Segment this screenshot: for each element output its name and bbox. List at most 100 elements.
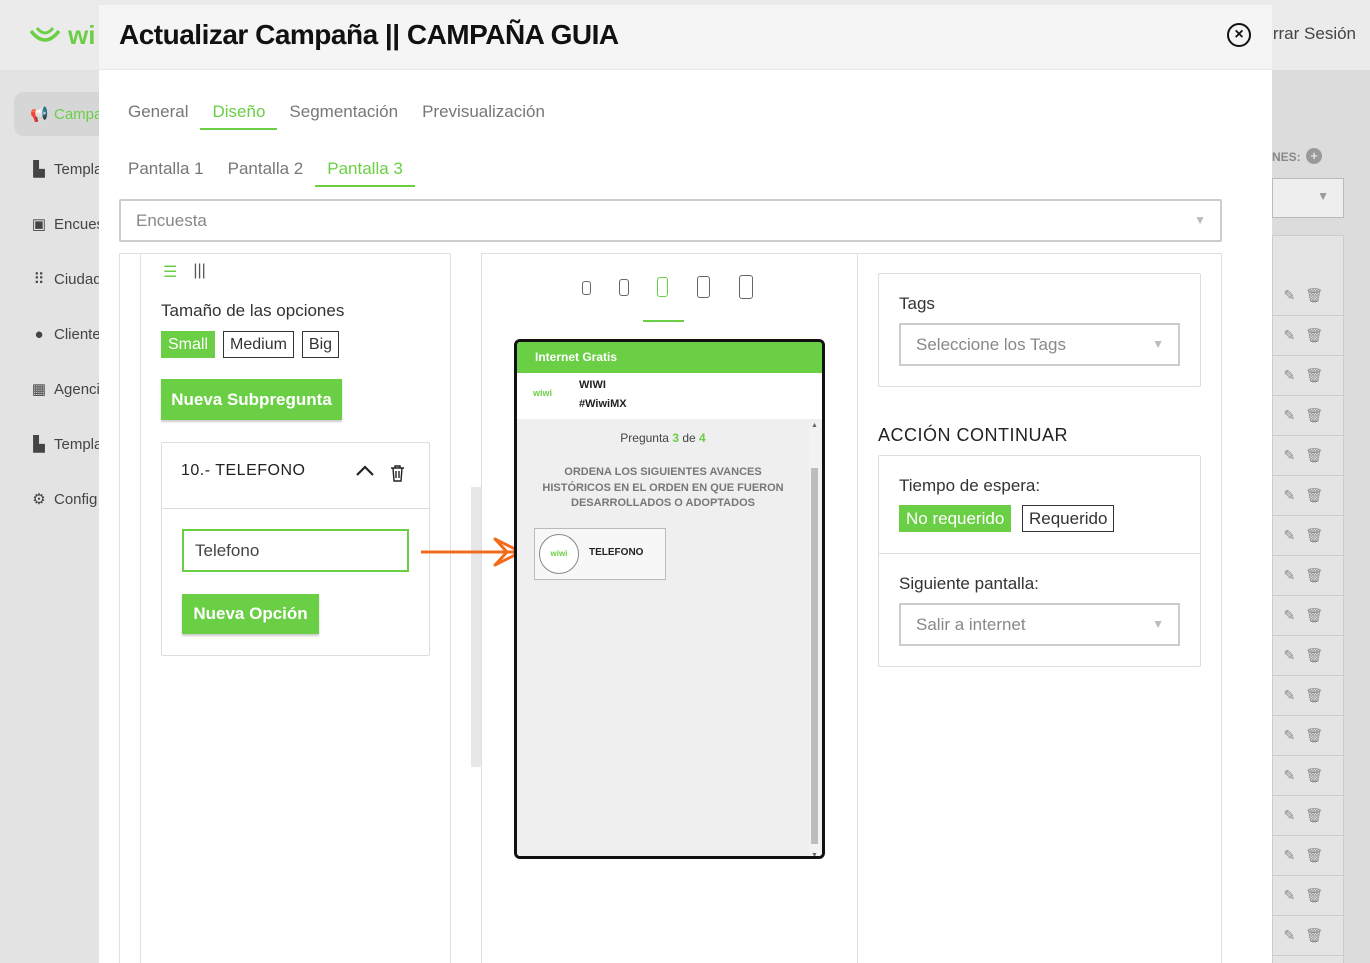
trash-icon[interactable] [390, 465, 405, 482]
not-required-button[interactable]: No requerido [899, 505, 1012, 532]
option-input[interactable]: Telefono [182, 529, 409, 572]
required-button[interactable]: Requerido [1022, 505, 1115, 532]
scroll-down-icon[interactable]: ▼ [811, 852, 818, 856]
tags-label: Tags [899, 294, 935, 313]
sidebar-item-label: Cliente [54, 325, 101, 343]
pencil-icon[interactable]: ✎ [1283, 407, 1295, 424]
pencil-icon[interactable]: ✎ [1283, 687, 1295, 704]
trash-icon[interactable]: 🗑 [1305, 367, 1323, 384]
trash-icon[interactable]: 🗑 [1305, 527, 1323, 544]
close-icon[interactable]: × [1227, 23, 1251, 47]
trash-icon[interactable]: 🗑 [1305, 487, 1323, 504]
pencil-icon[interactable]: ✎ [1283, 847, 1295, 864]
tab-general[interactable]: General [116, 94, 200, 130]
column-divider [1221, 253, 1222, 963]
size-small-button[interactable]: Small [161, 331, 216, 358]
logout-link[interactable]: rrar Sesión [1273, 24, 1356, 44]
trash-icon[interactable]: 🗑 [1305, 927, 1323, 944]
preview-option-card[interactable]: wiwi TELEFONO [534, 528, 666, 580]
pencil-icon[interactable]: ✎ [1283, 447, 1295, 464]
pencil-icon[interactable]: ✎ [1283, 607, 1295, 624]
trash-icon[interactable]: 🗑 [1305, 647, 1323, 664]
size-medium-button[interactable]: Medium [223, 331, 294, 358]
background-select[interactable]: ▼ [1272, 178, 1344, 218]
trash-icon[interactable]: 🗑 [1305, 727, 1323, 744]
sidebar-item-label: Ciudad [54, 270, 102, 288]
pencil-icon[interactable]: ✎ [1283, 527, 1295, 544]
template-icon: ▙ [33, 436, 45, 453]
divider [879, 553, 1200, 554]
next-screen-select[interactable]: Salir a internet ▼ [899, 603, 1180, 646]
pencil-icon[interactable]: ✎ [1283, 767, 1295, 784]
building-icon: ▦ [31, 381, 47, 398]
preview-header-bar: Internet Gratis [517, 342, 822, 373]
chevron-down-icon: ▼ [1317, 189, 1329, 203]
table-row: ✎🗑 [1273, 636, 1345, 676]
device-small-icon[interactable] [582, 281, 591, 295]
table-row: ✎🗑 [1273, 956, 1345, 963]
tab-diseno[interactable]: Diseño [200, 94, 278, 130]
table-row: ✎🗑 [1273, 396, 1345, 436]
pencil-icon[interactable]: ✎ [1283, 727, 1295, 744]
scroll-thumb[interactable] [811, 468, 818, 844]
table-row: ✎🗑 [1273, 676, 1345, 716]
device-medium-icon[interactable] [619, 279, 629, 296]
trash-icon[interactable]: 🗑 [1305, 847, 1323, 864]
chevron-up-icon[interactable] [355, 463, 375, 477]
pencil-icon[interactable]: ✎ [1283, 327, 1295, 344]
trash-icon[interactable]: 🗑 [1305, 567, 1323, 584]
trash-icon[interactable]: 🗑 [1305, 687, 1323, 704]
new-option-button[interactable]: Nueva Opción [182, 594, 319, 634]
pencil-icon[interactable]: ✎ [1283, 647, 1295, 664]
pencil-icon[interactable]: ✎ [1283, 927, 1295, 944]
device-phone-icon[interactable] [657, 277, 668, 297]
trash-icon[interactable]: 🗑 [1305, 287, 1323, 304]
column-divider [481, 253, 1222, 254]
pencil-icon[interactable]: ✎ [1283, 367, 1295, 384]
column-divider [857, 253, 858, 963]
pencil-icon[interactable]: ✎ [1283, 887, 1295, 904]
screen-tabs: Pantalla 1 Pantalla 2 Pantalla 3 [116, 151, 415, 187]
device-tablet-icon[interactable] [739, 275, 753, 299]
table-row: ✎🗑 [1273, 596, 1345, 636]
pencil-icon[interactable]: ✎ [1283, 487, 1295, 504]
trash-icon[interactable]: 🗑 [1305, 407, 1323, 424]
table-row: ✎🗑 [1273, 316, 1345, 356]
clipboard-icon: ▣ [31, 216, 47, 233]
pencil-icon[interactable]: ✎ [1283, 287, 1295, 304]
chevron-down-icon: ▼ [1152, 337, 1164, 351]
size-big-button[interactable]: Big [301, 331, 340, 358]
add-icon[interactable]: + [1306, 148, 1322, 164]
tab-pantalla-1[interactable]: Pantalla 1 [116, 151, 216, 187]
update-campaign-modal: Actualizar Campaña || CAMPAÑA GUIA × Gen… [99, 5, 1272, 963]
trash-icon[interactable]: 🗑 [1305, 767, 1323, 784]
preview-body: Pregunta 3 de 4 ORDENA LOS SIGUIENTES AV… [517, 419, 822, 856]
smile-logo-icon [29, 26, 61, 42]
trash-icon[interactable]: 🗑 [1305, 607, 1323, 624]
tab-previsualizacion[interactable]: Previsualización [410, 94, 557, 130]
grid-dots-icon: ⠿ [33, 271, 45, 288]
chevron-down-icon: ▼ [1152, 617, 1164, 631]
new-subquestion-button[interactable]: Nueva Subpregunta [161, 379, 342, 420]
tab-pantalla-2[interactable]: Pantalla 2 [216, 151, 316, 187]
scrollbar[interactable] [471, 487, 481, 767]
columns-layout-icon[interactable]: ||| [193, 262, 205, 282]
trash-icon[interactable]: 🗑 [1305, 887, 1323, 904]
device-large-icon[interactable] [697, 276, 710, 298]
trash-icon[interactable]: 🗑 [1305, 807, 1323, 824]
trash-icon[interactable]: 🗑 [1305, 447, 1323, 464]
tab-segmentacion[interactable]: Segmentación [277, 94, 410, 130]
rows-layout-icon[interactable]: ☰ [163, 262, 177, 282]
template-type-select[interactable]: Encuesta ▼ [119, 199, 1222, 242]
sidebar-item-label: Templa [54, 160, 103, 178]
template-type-value: Encuesta [136, 211, 207, 230]
tab-pantalla-3[interactable]: Pantalla 3 [315, 151, 415, 187]
preview-scrollbar[interactable]: ▲ ▼ [809, 422, 820, 856]
pencil-icon[interactable]: ✎ [1283, 567, 1295, 584]
background-table: ✎🗑✎🗑✎🗑✎🗑✎🗑✎🗑✎🗑✎🗑✎🗑✎🗑✎🗑✎🗑✎🗑✎🗑✎🗑✎🗑✎🗑✎🗑 [1272, 235, 1345, 963]
pencil-icon[interactable]: ✎ [1283, 807, 1295, 824]
trash-icon[interactable]: 🗑 [1305, 327, 1323, 344]
tags-select[interactable]: Seleccione los Tags ▼ [899, 323, 1180, 366]
layout-toolbar: ☰ ||| [163, 262, 206, 282]
scroll-up-icon[interactable]: ▲ [811, 422, 818, 429]
